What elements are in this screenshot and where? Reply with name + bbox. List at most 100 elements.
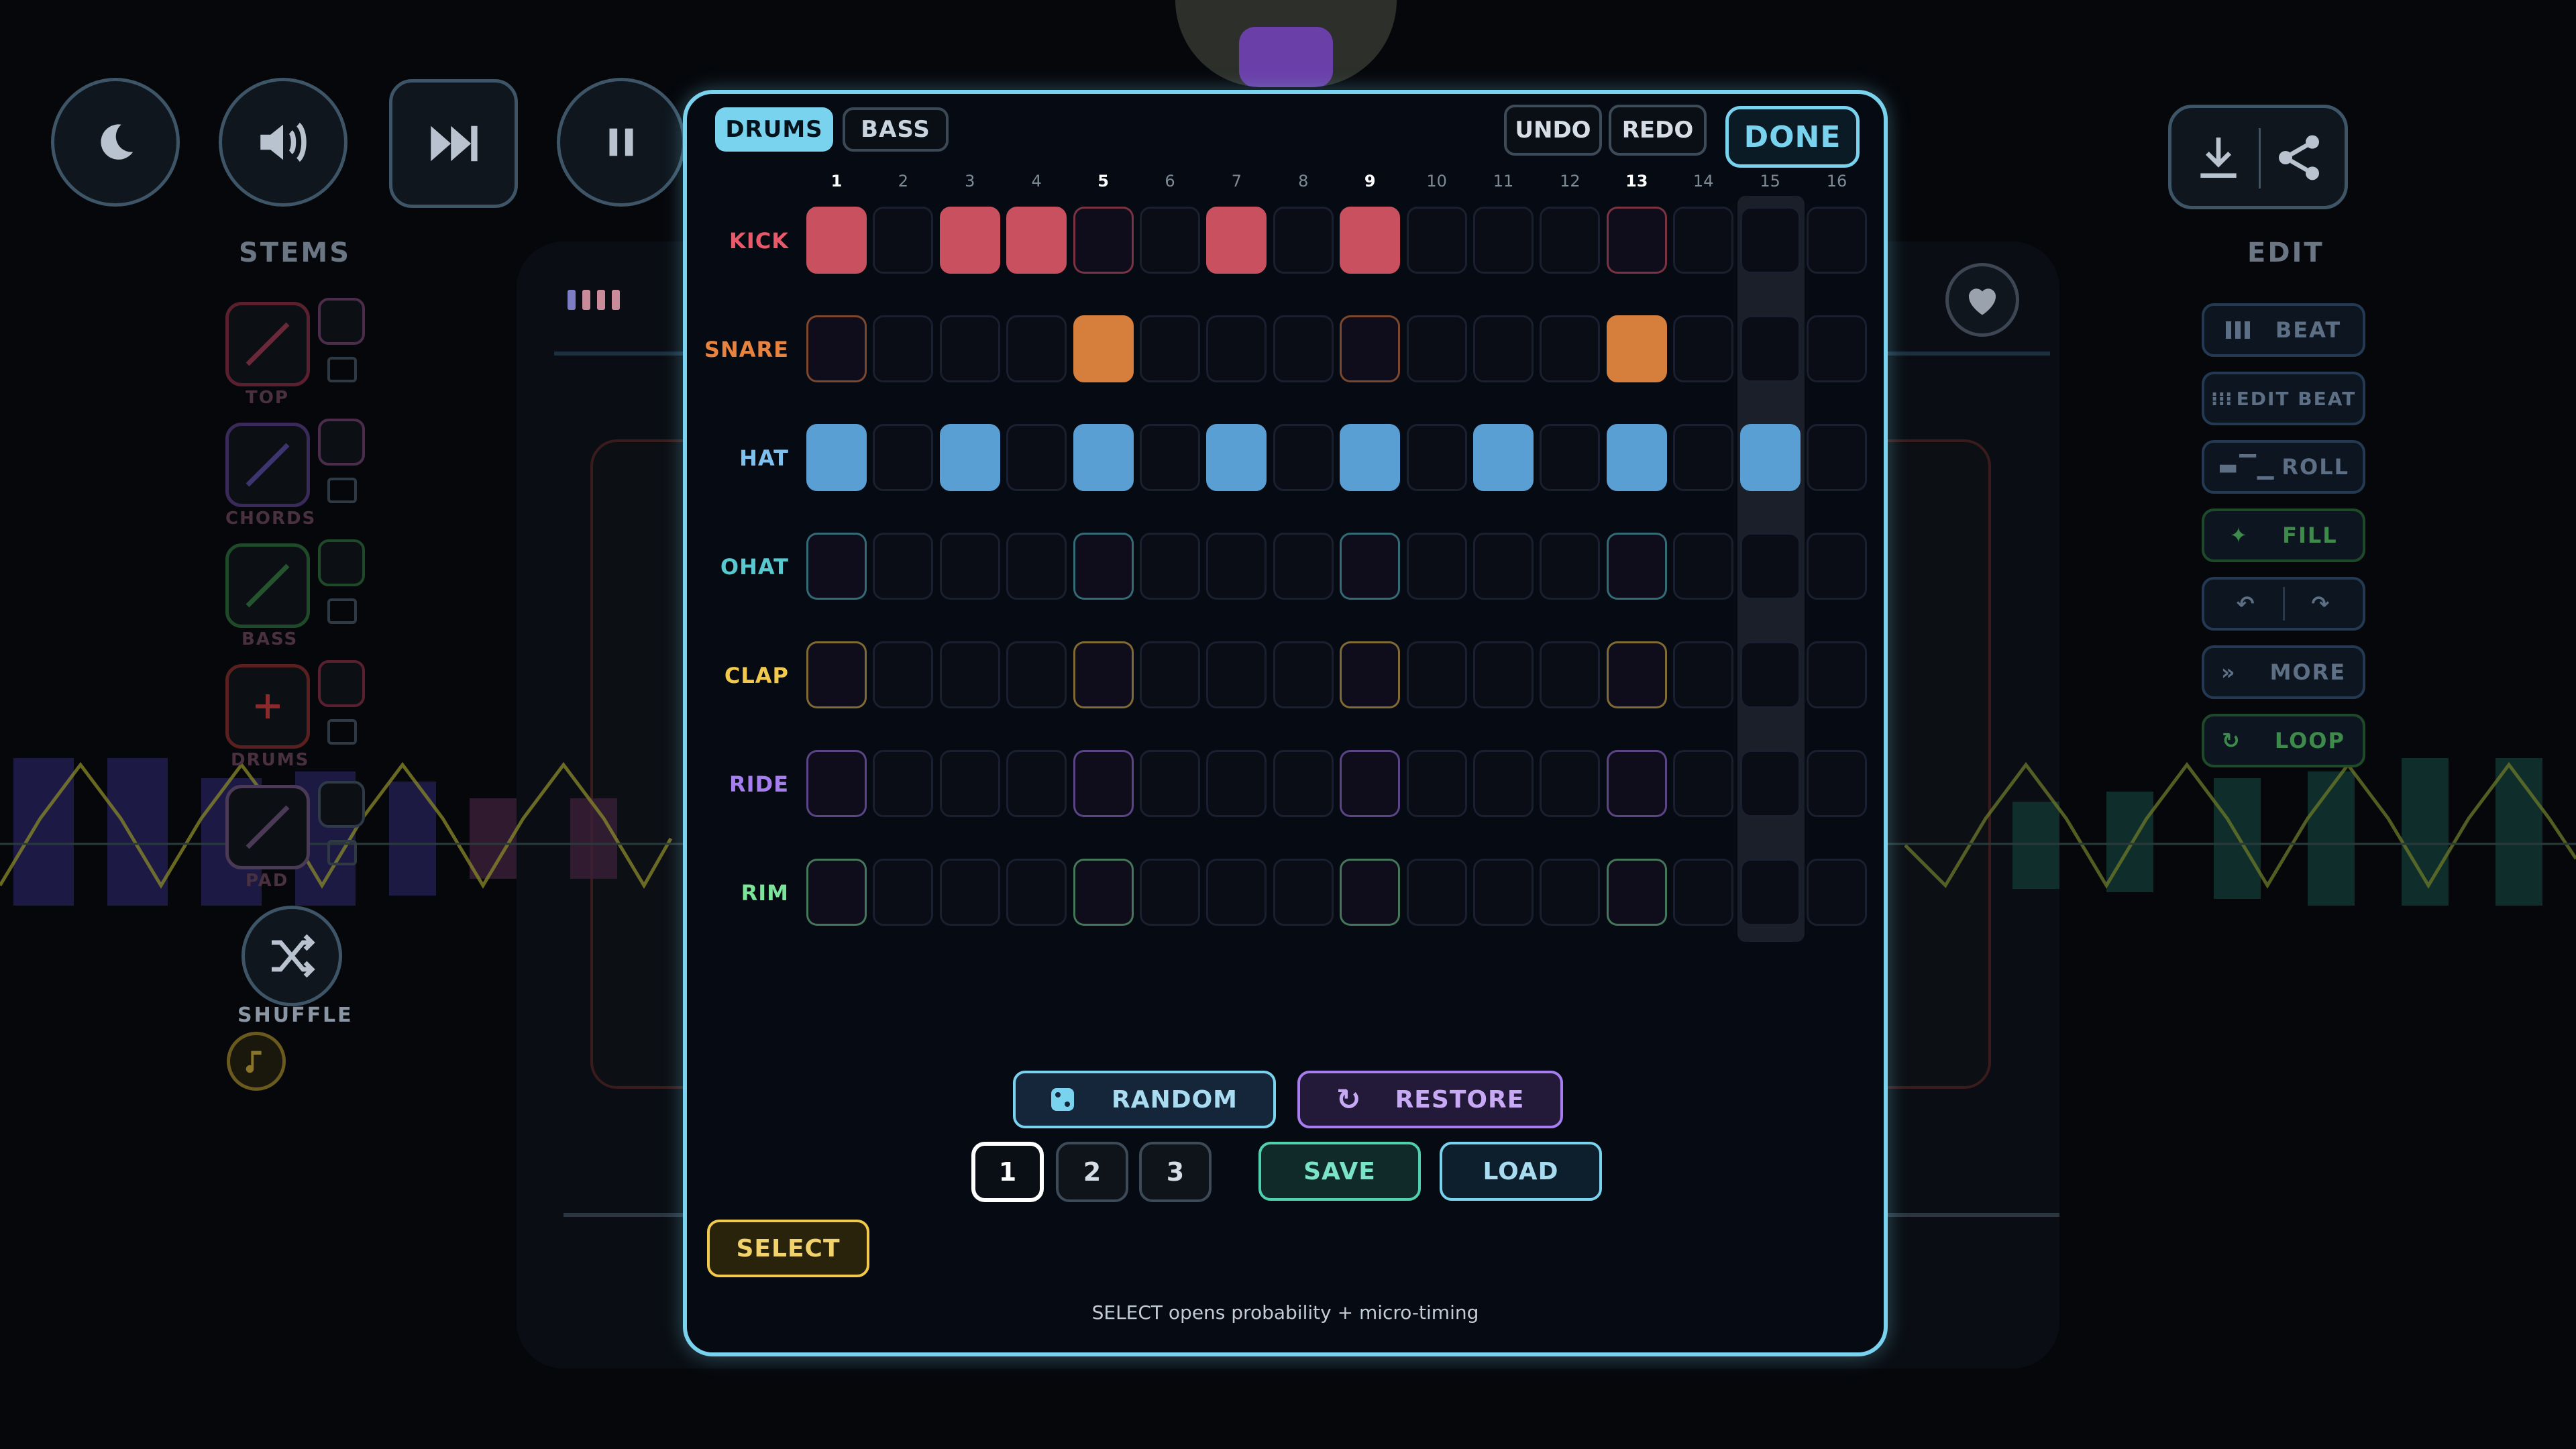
- step-cell[interactable]: [1140, 315, 1200, 382]
- step-cell[interactable]: [1673, 207, 1734, 274]
- step-cell[interactable]: [1606, 207, 1667, 274]
- step-cell[interactable]: [939, 533, 1000, 600]
- step-cell[interactable]: [1140, 424, 1200, 491]
- step-cell[interactable]: [1273, 641, 1334, 708]
- step-cell[interactable]: [1540, 533, 1601, 600]
- random-button[interactable]: RANDOM: [1013, 1071, 1276, 1128]
- step-cell[interactable]: [873, 859, 934, 926]
- download-icon[interactable]: [2192, 131, 2245, 184]
- volume-button[interactable]: [219, 78, 347, 207]
- step-cell[interactable]: [806, 315, 867, 382]
- step-cell[interactable]: [1073, 641, 1134, 708]
- step-cell[interactable]: [1473, 641, 1534, 708]
- step-cell[interactable]: [1273, 207, 1334, 274]
- load-button[interactable]: LOAD: [1440, 1142, 1602, 1201]
- step-cell[interactable]: [1006, 641, 1067, 708]
- step-cell[interactable]: [1406, 207, 1467, 274]
- stem-top-button[interactable]: [225, 302, 310, 386]
- track-label-ohat[interactable]: OHAT: [668, 554, 789, 580]
- step-cell[interactable]: [1206, 207, 1267, 274]
- step-cell[interactable]: [1273, 533, 1334, 600]
- edit-loop-button[interactable]: ↻ LOOP: [2202, 714, 2365, 767]
- night-mode-button[interactable]: [51, 78, 180, 207]
- step-cell[interactable]: [1739, 750, 1801, 817]
- step-cell[interactable]: [806, 207, 867, 274]
- step-cell[interactable]: [806, 424, 867, 491]
- step-cell[interactable]: [1140, 641, 1200, 708]
- step-cell[interactable]: [1206, 641, 1267, 708]
- save-button[interactable]: SAVE: [1258, 1142, 1421, 1201]
- step-cell[interactable]: [1807, 424, 1867, 491]
- step-cell[interactable]: [1073, 750, 1134, 817]
- step-cell[interactable]: [1673, 641, 1734, 708]
- step-cell[interactable]: [1606, 424, 1667, 491]
- step-cell[interactable]: [1807, 859, 1867, 926]
- step-cell[interactable]: [1006, 207, 1067, 274]
- track-label-hat[interactable]: HAT: [668, 445, 789, 471]
- undo-icon[interactable]: ↶: [2237, 591, 2256, 616]
- restore-button[interactable]: ↻ RESTORE: [1297, 1071, 1563, 1128]
- edit-beat-button[interactable]: ⁝⁝⁝ EDIT BEAT: [2202, 372, 2365, 425]
- step-cell[interactable]: [1206, 424, 1267, 491]
- step-cell[interactable]: [1406, 315, 1467, 382]
- step-cell[interactable]: [1273, 424, 1334, 491]
- step-cell[interactable]: [806, 641, 867, 708]
- edit-more-button[interactable]: » MORE: [2202, 645, 2365, 699]
- track-label-clap[interactable]: CLAP: [668, 663, 789, 688]
- step-cell[interactable]: [1673, 859, 1734, 926]
- step-cell[interactable]: [1739, 315, 1801, 382]
- step-cell[interactable]: [1606, 641, 1667, 708]
- step-cell[interactable]: [1006, 424, 1067, 491]
- step-cell[interactable]: [1739, 207, 1801, 274]
- track-label-snare[interactable]: SNARE: [668, 337, 789, 362]
- step-cell[interactable]: [1073, 207, 1134, 274]
- step-cell[interactable]: [1406, 750, 1467, 817]
- step-cell[interactable]: [1673, 750, 1734, 817]
- step-cell[interactable]: [1540, 641, 1601, 708]
- step-cell[interactable]: [1340, 533, 1401, 600]
- edit-beat-preset-button[interactable]: BEAT: [2202, 303, 2365, 357]
- share-icon[interactable]: [2272, 131, 2326, 184]
- step-cell[interactable]: [1540, 424, 1601, 491]
- pattern-slot-2[interactable]: 2: [1056, 1142, 1128, 1202]
- step-cell[interactable]: [1206, 750, 1267, 817]
- step-cell[interactable]: [1140, 859, 1200, 926]
- step-cell[interactable]: [873, 315, 934, 382]
- step-cell[interactable]: [1540, 859, 1601, 926]
- step-cell[interactable]: [1406, 533, 1467, 600]
- step-cell[interactable]: [873, 424, 934, 491]
- step-cell[interactable]: [1540, 207, 1601, 274]
- edit-fill-button[interactable]: ✦ FILL: [2202, 508, 2365, 562]
- step-cell[interactable]: [1807, 533, 1867, 600]
- step-cell[interactable]: [1073, 533, 1134, 600]
- step-cell[interactable]: [939, 859, 1000, 926]
- step-cell[interactable]: [1340, 207, 1401, 274]
- step-cell[interactable]: [1340, 859, 1401, 926]
- step-cell[interactable]: [1006, 859, 1067, 926]
- step-cell[interactable]: [1140, 207, 1200, 274]
- stem-chords-dice-icon[interactable]: [318, 419, 365, 466]
- track-label-ride[interactable]: RIDE: [668, 771, 789, 797]
- step-cell[interactable]: [1673, 315, 1734, 382]
- step-cell[interactable]: [1739, 533, 1801, 600]
- step-cell[interactable]: [1006, 315, 1067, 382]
- step-cell[interactable]: [806, 859, 867, 926]
- track-label-rim[interactable]: RIM: [668, 880, 789, 906]
- step-cell[interactable]: [939, 207, 1000, 274]
- shuffle-button[interactable]: [241, 906, 342, 1006]
- step-cell[interactable]: [1473, 315, 1534, 382]
- pattern-slot-3[interactable]: 3: [1139, 1142, 1212, 1202]
- tab-drums[interactable]: DRUMS: [715, 107, 833, 152]
- undo-button[interactable]: UNDO: [1504, 105, 1602, 156]
- step-cell[interactable]: [1073, 424, 1134, 491]
- step-cell[interactable]: [1006, 533, 1067, 600]
- step-cell[interactable]: [1340, 315, 1401, 382]
- step-cell[interactable]: [939, 315, 1000, 382]
- step-cell[interactable]: [1206, 533, 1267, 600]
- step-cell[interactable]: [806, 533, 867, 600]
- step-cell[interactable]: [1606, 750, 1667, 817]
- step-cell[interactable]: [1473, 533, 1534, 600]
- step-cell[interactable]: [1073, 315, 1134, 382]
- step-cell[interactable]: [1807, 315, 1867, 382]
- step-cell[interactable]: [1807, 207, 1867, 274]
